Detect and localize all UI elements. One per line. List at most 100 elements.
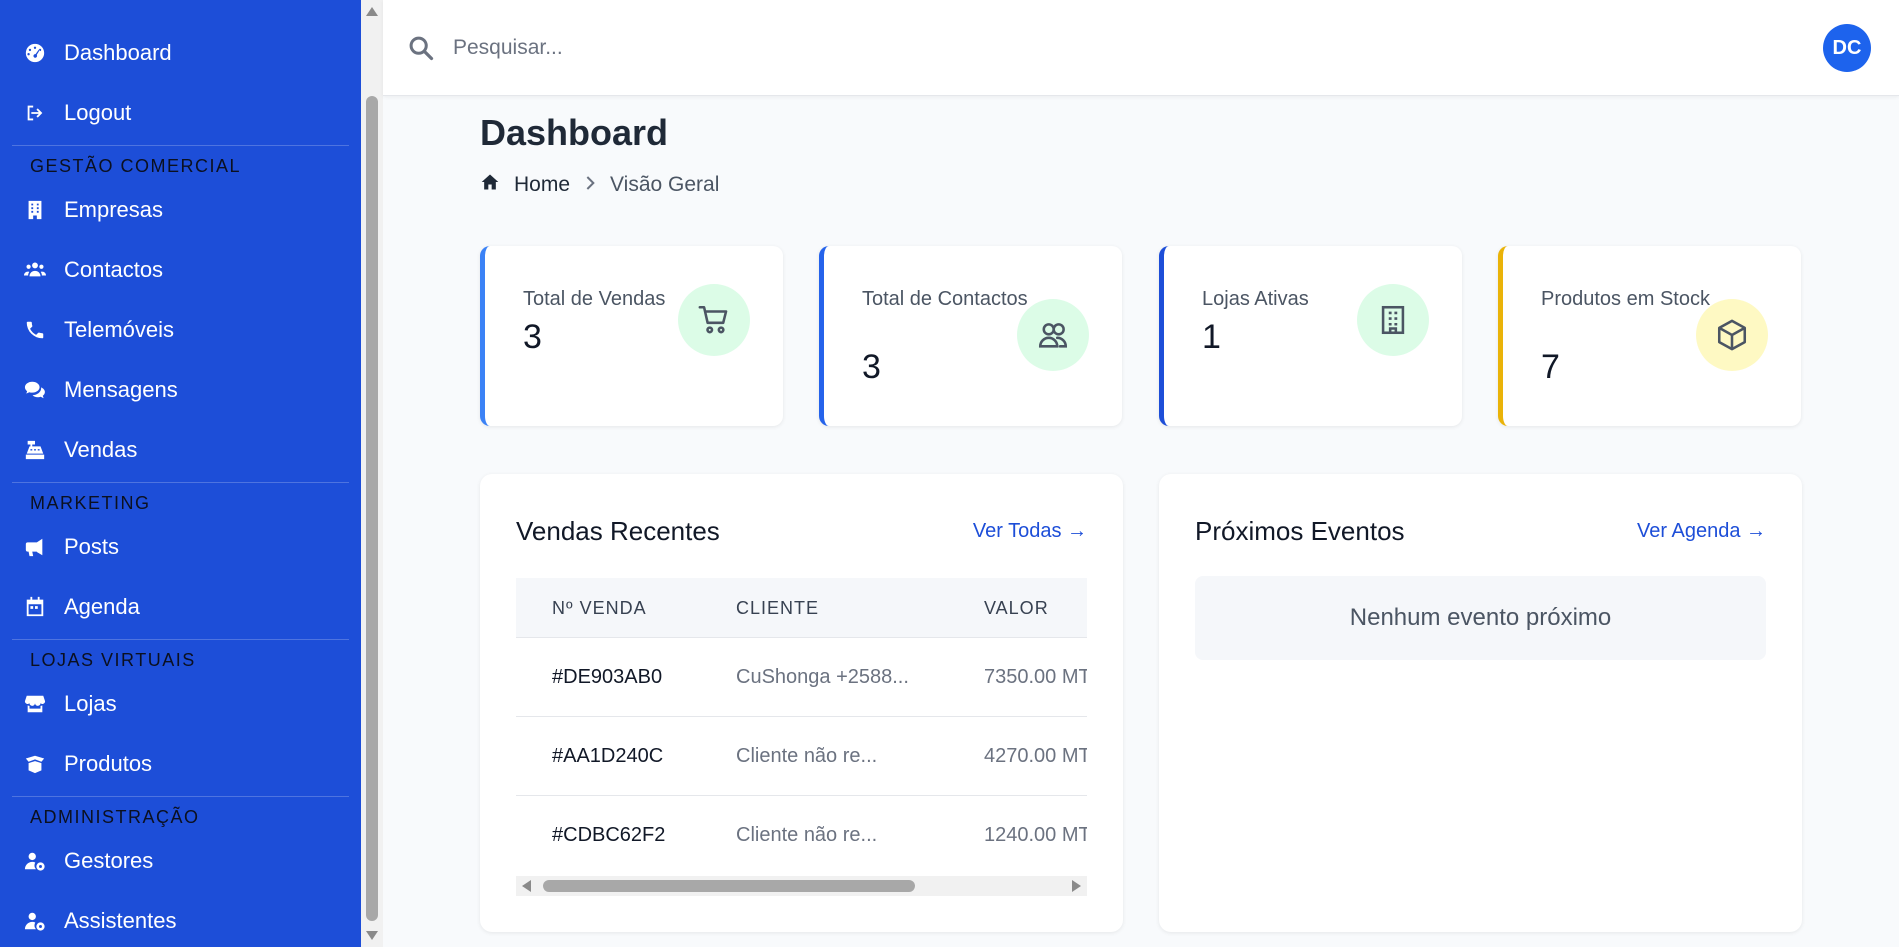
stat-value: 3 <box>862 348 881 386</box>
table-row[interactable]: #AA1D240C Cliente não re... 4270.00 MT <box>516 717 1087 796</box>
building-icon <box>22 199 48 221</box>
panel-title: Próximos Eventos <box>1195 516 1405 546</box>
view-agenda-link[interactable]: Ver Agenda → <box>1637 520 1766 543</box>
sale-value: 7350.00 MT <box>984 666 1087 688</box>
megaphone-icon <box>22 536 48 558</box>
stat-card-lojas: Lojas Ativas 1 <box>1159 246 1462 426</box>
sidebar-item-label: Telemóveis <box>64 317 175 342</box>
upcoming-events-panel: Próximos Eventos Ver Agenda → Nenhum eve… <box>1159 474 1802 932</box>
sidebar-item-label: Gestores <box>64 848 154 873</box>
sidebar-item-empresas[interactable]: Empresas <box>0 185 361 235</box>
empty-events-message: Nenhum evento próximo <box>1195 576 1766 660</box>
sidebar-section-admin: ADMINISTRAÇÃO <box>12 796 349 828</box>
sidebar-item-label: Produtos <box>64 751 153 776</box>
stat-label: Total de Contactos <box>862 288 1028 310</box>
table-row[interactable]: #CDBC62F2 Cliente não re... 1240.00 MT <box>516 796 1087 875</box>
store-icon <box>22 693 48 715</box>
column-header: Nº VENDA <box>552 598 647 618</box>
stat-label: Total de Vendas <box>523 288 666 310</box>
recent-sales-panel: Vendas Recentes Ver Todas → Nº VENDA CLI… <box>480 474 1123 932</box>
breadcrumb-home[interactable]: Home <box>514 173 570 197</box>
sidebar-section-lojas: LOJAS VIRTUAIS <box>12 639 349 671</box>
sale-id: #CDBC62F2 <box>552 824 666 846</box>
sidebar-section-marketing: MARKETING <box>12 482 349 514</box>
sidebar-item-label: Posts <box>64 534 120 559</box>
search-input[interactable] <box>453 28 1353 68</box>
stat-value: 7 <box>1541 348 1560 386</box>
sidebar-item-produtos[interactable]: Produtos <box>0 739 361 789</box>
cash-register-icon <box>22 439 48 461</box>
table-horizontal-scrollbar[interactable] <box>516 876 1087 896</box>
stat-card-vendas: Total de Vendas 3 <box>480 246 783 426</box>
sidebar-item-telemoveis[interactable]: Telemóveis <box>0 305 361 355</box>
sidebar-item-vendas[interactable]: Vendas <box>0 425 361 475</box>
scroll-up-arrow[interactable] <box>366 7 378 16</box>
users-icon <box>22 259 48 281</box>
building-icon <box>1357 284 1429 356</box>
home-icon <box>480 172 500 198</box>
cube-icon <box>1696 299 1768 371</box>
comments-icon <box>22 379 48 401</box>
phone-icon <box>22 319 48 341</box>
sidebar-item-agenda[interactable]: Agenda <box>0 582 361 632</box>
sidebar-section-comercial: GESTÃO COMERCIAL <box>12 145 349 177</box>
search-icon <box>409 36 434 61</box>
scroll-thumb[interactable] <box>366 96 378 921</box>
breadcrumb-current: Visão Geral <box>610 173 720 196</box>
panel-title: Vendas Recentes <box>516 516 720 546</box>
sidebar-item-lojas[interactable]: Lojas <box>0 679 361 729</box>
table-header: Nº VENDA CLIENTE VALOR <box>516 578 1087 638</box>
sidebar-item-label: Vendas <box>64 437 138 462</box>
sidebar-item-assistentes[interactable]: Assistentes <box>0 896 361 946</box>
column-header: VALOR <box>984 598 1049 618</box>
sales-table: Nº VENDA CLIENTE VALOR #DE903AB0 CuShong… <box>516 578 1087 878</box>
box-open-icon <box>22 753 48 775</box>
sale-client: Cliente não re... <box>736 745 878 767</box>
column-header: CLIENTE <box>736 598 820 618</box>
chevron-right-icon <box>570 173 610 197</box>
top-header: DC <box>383 0 1899 96</box>
stat-card-produtos: Produtos em Stock 7 <box>1498 246 1801 426</box>
sidebar-item-label: Lojas <box>64 691 117 716</box>
sidebar-item-label: Mensagens <box>64 377 178 402</box>
sidebar-scrollbar[interactable] <box>361 0 383 947</box>
sidebar: Dashboard Logout GESTÃO COMERCIAL Empres… <box>0 0 361 947</box>
stat-label: Lojas Ativas <box>1202 288 1309 310</box>
sidebar-item-dashboard[interactable]: Dashboard <box>0 28 361 78</box>
stat-value: 1 <box>1202 318 1221 356</box>
table-row[interactable]: #DE903AB0 CuShonga +2588... 7350.00 MT <box>516 638 1087 717</box>
sidebar-item-label: Logout <box>64 100 132 125</box>
sale-client: Cliente não re... <box>736 824 878 846</box>
scroll-right-arrow[interactable] <box>1072 880 1081 892</box>
sale-id: #AA1D240C <box>552 745 664 767</box>
stat-label: Produtos em Stock <box>1541 288 1710 310</box>
sidebar-item-posts[interactable]: Posts <box>0 522 361 572</box>
scroll-left-arrow[interactable] <box>522 880 531 892</box>
sidebar-item-contactos[interactable]: Contactos <box>0 245 361 295</box>
sale-client: CuShonga +2588... <box>736 666 909 688</box>
calendar-icon <box>22 596 48 618</box>
sidebar-item-label: Contactos <box>64 257 164 282</box>
view-all-sales-link[interactable]: Ver Todas → <box>973 520 1087 543</box>
cart-icon <box>678 284 750 356</box>
sale-value: 1240.00 MT <box>984 824 1087 846</box>
sale-value: 4270.00 MT <box>984 745 1087 767</box>
sidebar-item-gestores[interactable]: Gestores <box>0 836 361 886</box>
sidebar-item-logout[interactable]: Logout <box>0 88 361 138</box>
scroll-thumb[interactable] <box>543 880 915 892</box>
sidebar-item-label: Dashboard <box>64 40 172 65</box>
sidebar-item-label: Agenda <box>64 594 140 619</box>
gauge-icon <box>22 42 48 64</box>
logout-icon <box>22 102 48 124</box>
sidebar-item-label: Assistentes <box>64 908 177 933</box>
sale-id: #DE903AB0 <box>552 666 663 688</box>
sidebar-item-label: Empresas <box>64 197 164 222</box>
sidebar-item-mensagens[interactable]: Mensagens <box>0 365 361 415</box>
scroll-down-arrow[interactable] <box>366 931 378 940</box>
stat-value: 3 <box>523 318 542 356</box>
stat-card-contactos: Total de Contactos 3 <box>819 246 1122 426</box>
user-gear-icon <box>22 910 48 932</box>
avatar[interactable]: DC <box>1823 24 1871 72</box>
breadcrumb: Home Visão Geral <box>480 172 719 198</box>
users-icon <box>1017 299 1089 371</box>
